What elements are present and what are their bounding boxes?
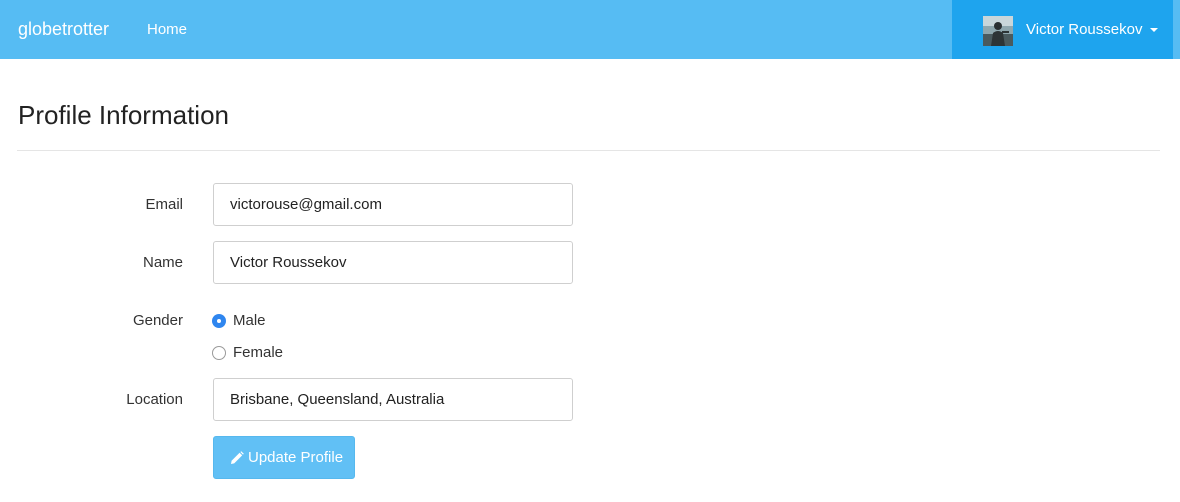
title-divider xyxy=(17,150,1160,151)
update-profile-button[interactable]: Update Profile xyxy=(213,436,355,479)
avatar-photo-icon xyxy=(983,16,1013,46)
location-label: Location xyxy=(126,391,183,408)
radio-unchecked-icon[interactable] xyxy=(212,346,226,360)
brand-logo[interactable]: globetrotter xyxy=(18,18,109,40)
email-label: Email xyxy=(145,196,183,213)
update-profile-label: Update Profile xyxy=(248,449,344,466)
radio-checked-icon[interactable] xyxy=(212,314,226,328)
user-menu-dropdown[interactable]: Victor Roussekov xyxy=(952,0,1173,59)
page-title: Profile Information xyxy=(18,100,229,130)
gender-female-label: Female xyxy=(233,344,284,361)
nav-home-link[interactable]: Home xyxy=(147,21,187,39)
top-navbar: globetrotter Home Victor Roussekov xyxy=(0,0,1180,59)
email-input[interactable] xyxy=(213,183,573,226)
name-label: Name xyxy=(142,254,183,271)
caret-down-icon xyxy=(1150,28,1158,32)
gender-male-label: Male xyxy=(233,312,266,329)
pencil-icon xyxy=(230,451,244,465)
gender-label: Gender xyxy=(132,312,183,329)
user-avatar xyxy=(983,16,1013,46)
name-input[interactable] xyxy=(213,241,573,284)
user-name: Victor Roussekov xyxy=(1026,21,1143,38)
location-input[interactable] xyxy=(213,378,573,421)
